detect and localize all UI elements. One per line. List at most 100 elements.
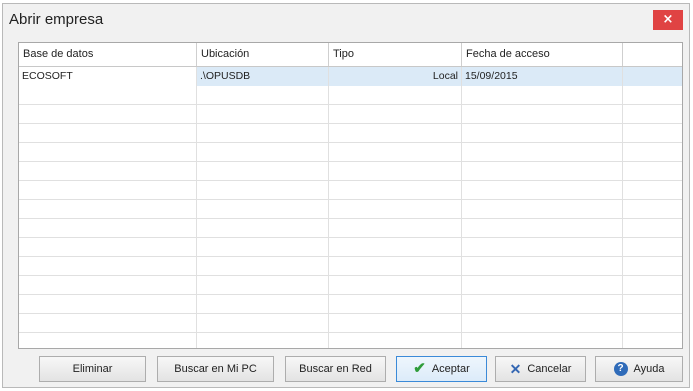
table-cell	[462, 86, 623, 105]
help-icon: ?	[613, 362, 628, 377]
table-cell	[329, 105, 462, 124]
table-cell	[197, 200, 329, 219]
table-cell	[329, 162, 462, 181]
eliminar-button[interactable]: Eliminar	[39, 356, 146, 382]
dialog-title: Abrir empresa	[9, 11, 104, 28]
table-cell	[197, 86, 329, 105]
table-cell	[623, 67, 682, 86]
table-cell	[197, 314, 329, 333]
buscar-en-red-button[interactable]: Buscar en Red	[285, 356, 386, 382]
table-cell	[19, 333, 197, 348]
grid-body: ECOSOFT .\OPUSDB Local 15/09/2015	[19, 67, 682, 348]
table-cell	[197, 219, 329, 238]
table-cell	[329, 181, 462, 200]
buscar-en-red-label: Buscar en Red	[299, 363, 372, 375]
table-cell	[19, 143, 197, 162]
table-row[interactable]	[19, 105, 682, 124]
table-cell	[329, 333, 462, 348]
table-cell	[623, 200, 682, 219]
table-cell	[623, 314, 682, 333]
table-cell	[329, 143, 462, 162]
table-cell	[623, 124, 682, 143]
table-row[interactable]	[19, 86, 682, 105]
table-row[interactable]	[19, 276, 682, 295]
table-row[interactable]	[19, 219, 682, 238]
table-row[interactable]	[19, 162, 682, 181]
table-row[interactable]	[19, 257, 682, 276]
table-cell	[462, 333, 623, 348]
cancelar-label: Cancelar	[527, 363, 572, 375]
table-cell	[462, 276, 623, 295]
table-cell	[623, 162, 682, 181]
grid-header: Base de datos Ubicación Tipo Fecha de ac…	[19, 43, 682, 67]
table-cell	[462, 295, 623, 314]
ayuda-button[interactable]: ? Ayuda	[595, 356, 683, 382]
table-row[interactable]	[19, 295, 682, 314]
table-cell	[623, 333, 682, 348]
column-header-extra[interactable]	[623, 43, 682, 66]
database-grid[interactable]: Base de datos Ubicación Tipo Fecha de ac…	[18, 42, 683, 349]
table-cell	[19, 257, 197, 276]
table-cell: ECOSOFT	[19, 67, 197, 86]
table-cell	[19, 276, 197, 295]
table-cell: 15/09/2015	[462, 67, 623, 86]
cancelar-button[interactable]: ✕ Cancelar	[495, 356, 586, 382]
table-row[interactable]	[19, 238, 682, 257]
table-cell	[329, 86, 462, 105]
table-row[interactable]	[19, 314, 682, 333]
table-cell	[623, 86, 682, 105]
table-row[interactable]	[19, 200, 682, 219]
table-cell	[623, 181, 682, 200]
abrir-empresa-dialog: Abrir empresa × Base de datos Ubicación …	[2, 3, 690, 388]
table-cell	[462, 238, 623, 257]
table-cell: .\OPUSDB	[197, 67, 329, 86]
column-header-fecha-de-acceso[interactable]: Fecha de acceso	[462, 43, 623, 66]
close-button[interactable]: ×	[653, 10, 683, 30]
table-cell	[19, 181, 197, 200]
table-row[interactable]	[19, 181, 682, 200]
table-cell	[19, 314, 197, 333]
table-cell	[19, 238, 197, 257]
table-cell	[19, 200, 197, 219]
table-cell	[197, 295, 329, 314]
table-cell	[462, 257, 623, 276]
table-cell	[19, 105, 197, 124]
table-row[interactable]	[19, 143, 682, 162]
button-bar: Eliminar Buscar en Mi PC Buscar en Red ✔…	[3, 354, 689, 386]
table-cell	[623, 219, 682, 238]
table-cell	[329, 257, 462, 276]
table-cell	[329, 238, 462, 257]
x-icon: ✕	[509, 361, 522, 378]
table-cell	[197, 181, 329, 200]
column-header-ubicacion[interactable]: Ubicación	[197, 43, 329, 66]
table-cell	[19, 219, 197, 238]
table-cell	[19, 295, 197, 314]
column-header-tipo[interactable]: Tipo	[329, 43, 462, 66]
buscar-en-mi-pc-button[interactable]: Buscar en Mi PC	[157, 356, 274, 382]
table-row[interactable]	[19, 333, 682, 348]
aceptar-button[interactable]: ✔ Aceptar	[396, 356, 487, 382]
table-cell	[19, 124, 197, 143]
table-cell	[197, 124, 329, 143]
buscar-en-mi-pc-label: Buscar en Mi PC	[174, 363, 257, 375]
table-cell	[462, 143, 623, 162]
table-cell	[329, 200, 462, 219]
table-cell	[623, 276, 682, 295]
column-header-base-de-datos[interactable]: Base de datos	[19, 43, 197, 66]
table-cell	[197, 105, 329, 124]
table-cell	[462, 124, 623, 143]
ayuda-label: Ayuda	[633, 363, 665, 375]
table-cell	[19, 162, 197, 181]
table-cell	[462, 314, 623, 333]
table-cell	[329, 295, 462, 314]
table-cell	[623, 257, 682, 276]
table-cell	[462, 162, 623, 181]
table-cell	[197, 162, 329, 181]
table-cell	[329, 276, 462, 295]
table-cell	[197, 238, 329, 257]
table-row[interactable]: ECOSOFT .\OPUSDB Local 15/09/2015	[19, 67, 682, 86]
table-row[interactable]	[19, 124, 682, 143]
table-cell	[329, 314, 462, 333]
table-cell	[197, 257, 329, 276]
table-cell	[197, 333, 329, 348]
